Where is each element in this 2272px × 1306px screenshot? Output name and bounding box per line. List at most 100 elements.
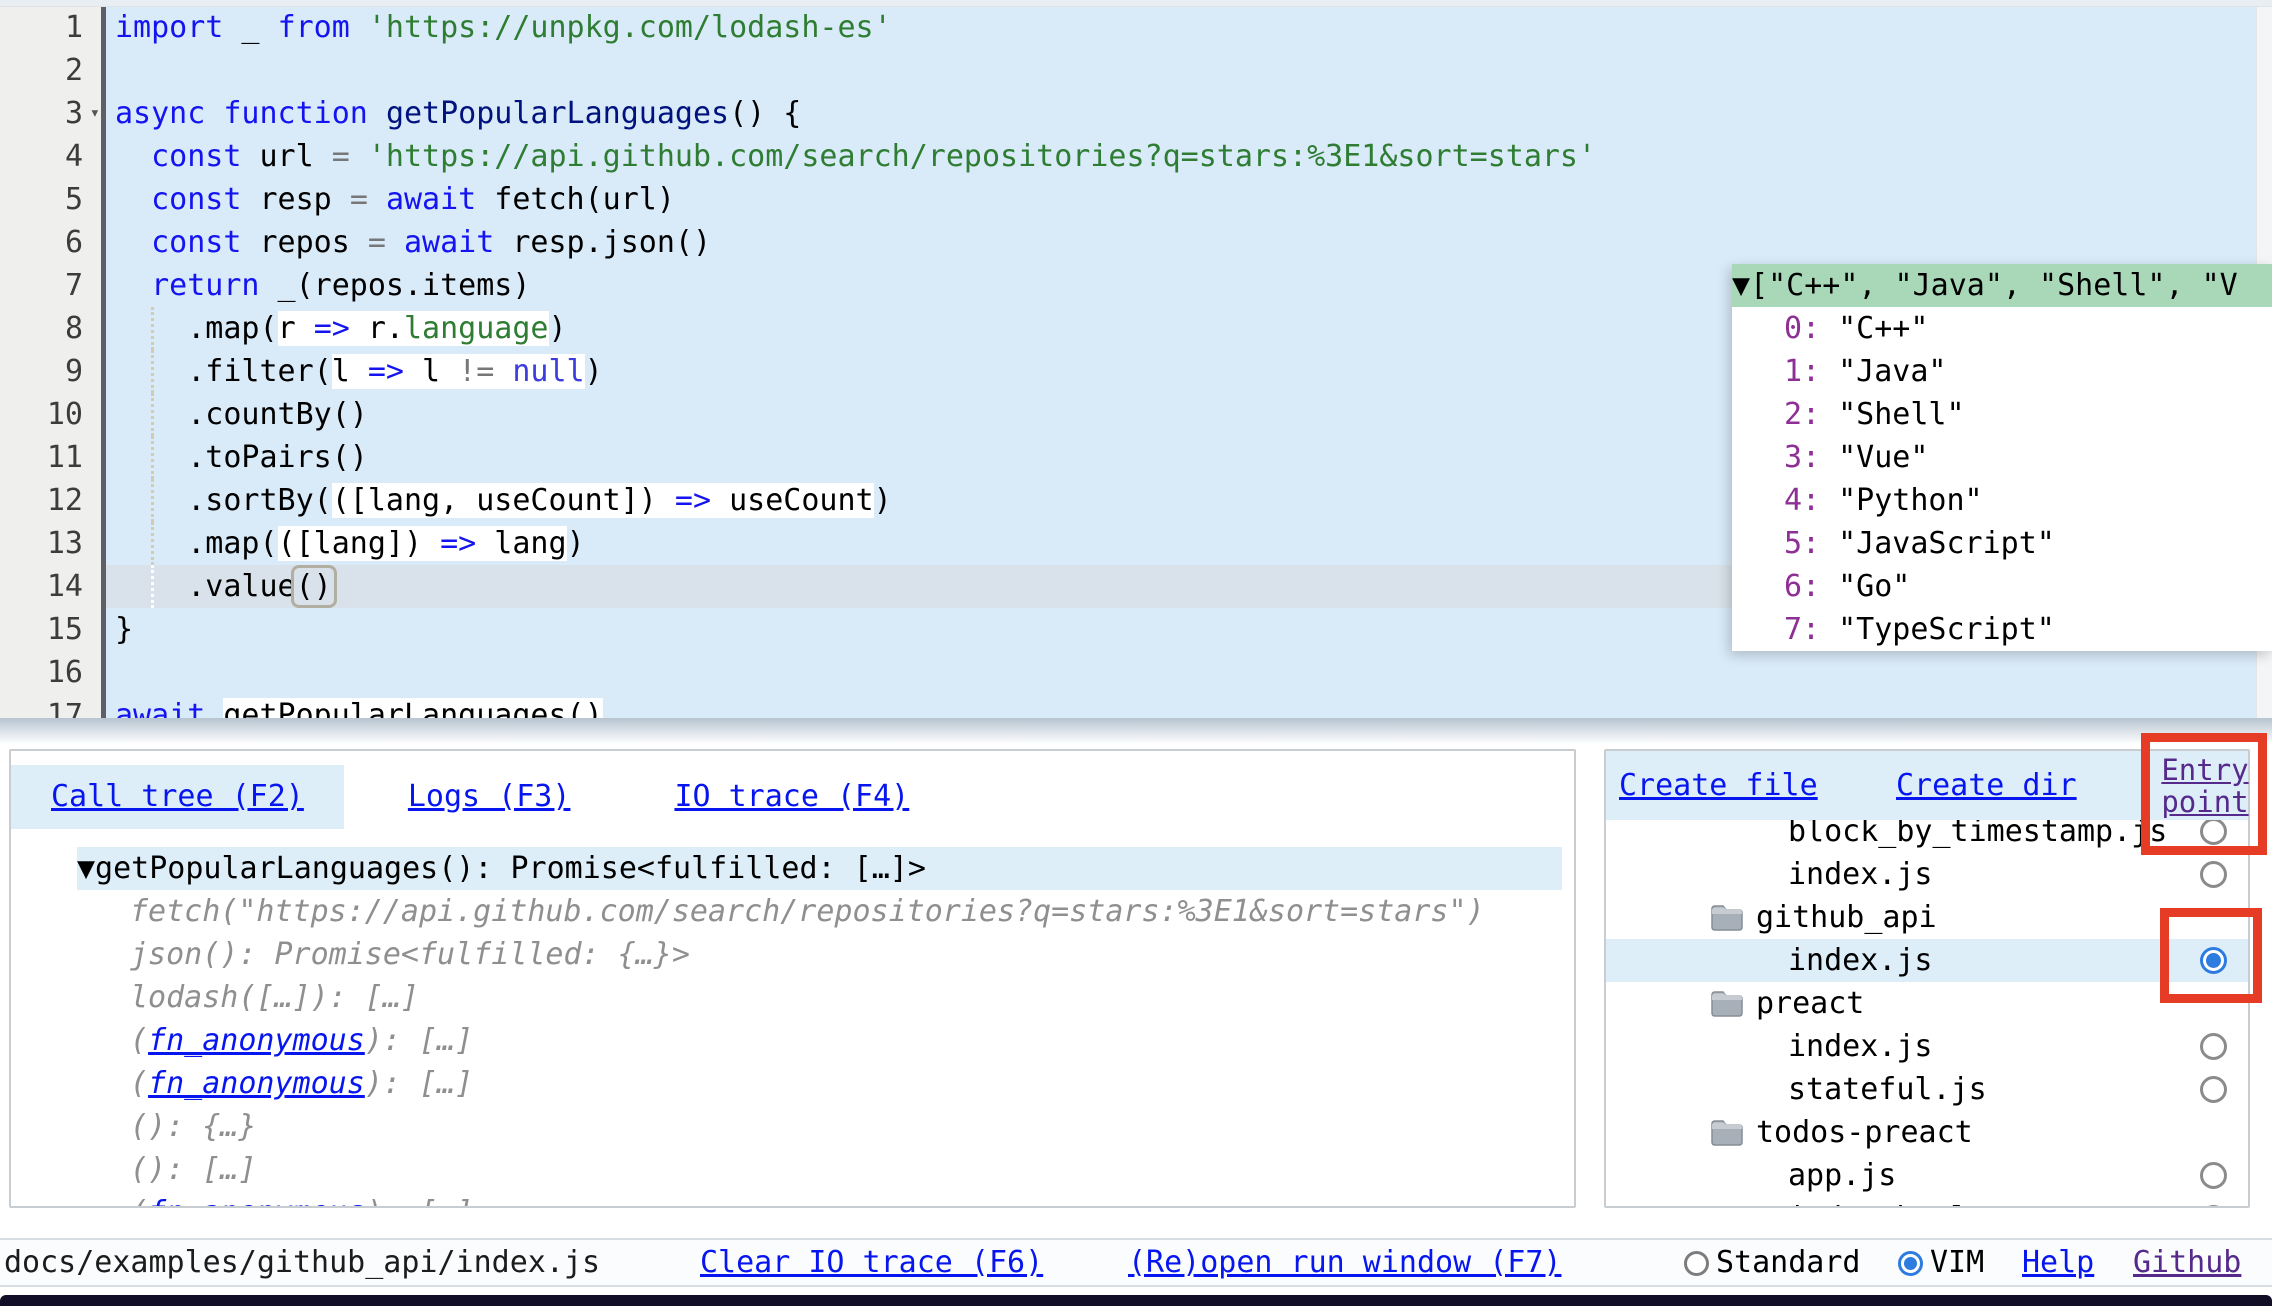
entry-point-radio[interactable] [2200,1033,2227,1060]
code-token: .value [115,569,296,604]
code-token: await [115,698,205,718]
code-text [106,49,2272,92]
file-row[interactable]: index.js [1606,1025,2248,1068]
code-token: l [332,354,368,389]
entry-point-radio[interactable] [2200,861,2227,888]
github-link[interactable]: Github [2133,1240,2241,1285]
annotation-box-entry-point [2141,733,2267,855]
keybinding-vim-radio[interactable] [1898,1251,1923,1276]
line-number: 2 [0,49,106,92]
editor-top-strip [0,0,2272,7]
code-token: => [440,526,476,561]
calltree-row[interactable]: lodash([…]): […] [11,976,1574,1019]
folder-row[interactable]: preact [1606,982,2248,1025]
calltree-children: fetch("https://api.github.com/search/rep… [11,890,1574,1208]
fn-anonymous-link[interactable]: fn_anonymous [148,1023,365,1058]
indent-guide [151,350,154,393]
bottom-tabs: Call tree (F2) Logs (F3) IO trace (F4) [11,765,1574,829]
code-token [115,268,151,303]
inspector-entry: 6:"Go" [1732,565,2272,608]
code-token: () { [729,96,801,131]
inspector-entry: 2:"Shell" [1732,393,2272,436]
calltree-row[interactable]: (fn_anonymous): […] [11,1191,1574,1208]
indent-guide [151,565,154,608]
code-line[interactable]: 4 const url = 'https://api.github.com/se… [0,135,2272,178]
calltree-row[interactable]: (fn_anonymous): […] [11,1062,1574,1105]
code-token: .filter( [115,354,332,389]
code-token: const [151,225,241,260]
folder-row[interactable]: todos-preact [1606,1111,2248,1154]
line-number: 4 [0,135,106,178]
code-token: 'https://unpkg.com/lodash-es' [368,10,892,45]
file-row[interactable]: index.js [1606,853,2248,896]
calltree-row[interactable]: fetch("https://api.github.com/search/rep… [11,890,1574,933]
calltree-root-row[interactable]: ▼getPopularLanguages(): Promise<fulfille… [77,847,1562,890]
file-row[interactable]: index.js [1606,939,2248,982]
code-token: import [115,10,223,45]
code-text [106,651,2272,694]
create-dir-link[interactable]: Create dir [1896,751,2077,820]
code-token: await [404,225,494,260]
line-number: 16 [0,651,106,694]
keybinding-standard-label: Standard [1716,1240,1861,1285]
folder-row[interactable]: github_api [1606,896,2248,939]
entry-point-radio[interactable] [2200,1205,2227,1206]
folder-icon [1710,1118,1744,1147]
indent-guide [151,436,154,479]
entry-value: "JavaScript" [1838,526,2055,561]
code-line[interactable]: 1 import _ from 'https://unpkg.com/lodash… [0,6,2272,49]
calltree-row[interactable]: (): […] [11,1148,1574,1191]
calltree-row[interactable]: json(): Promise<fulfilled: {…}> [11,933,1574,976]
code-token: = [350,182,368,217]
calltree-row[interactable]: (fn_anonymous): […] [11,1019,1574,1062]
code-token: null [512,354,584,389]
code-token: resp [241,182,349,217]
code-token: .map( [115,526,278,561]
code-line[interactable]: 17await getPopularLanguages() [0,694,2272,718]
inspector-header[interactable]: ▼["C++", "Java", "Shell", "V [1732,264,2272,307]
code-token [368,182,386,217]
code-token: const [151,139,241,174]
fold-arrow-icon[interactable]: ▾ [90,92,100,135]
indent-guide [151,393,154,436]
entry-point-radio[interactable] [2200,1076,2227,1103]
inspector-entry: 4:"Python" [1732,479,2272,522]
code-line[interactable]: 5 const resp = await fetch(url) [0,178,2272,221]
code-line[interactable]: 6 const repos = await resp.json() [0,221,2272,264]
keybinding-standard-radio[interactable] [1684,1251,1709,1276]
code-token: ) [567,526,585,561]
calltree-row[interactable]: (): {…} [11,1105,1574,1148]
cursor-paren-box: () [291,565,337,608]
file-row[interactable]: stateful.js [1606,1068,2248,1111]
entry-index: 1: [1784,354,1820,389]
folder-name: github_api [1756,900,1937,935]
code-line[interactable]: 16 [0,651,2272,694]
code-line[interactable]: 2 [0,49,2272,92]
fn-anonymous-link[interactable]: fn_anonymous [148,1195,365,1208]
clear-io-trace-link[interactable]: Clear IO trace (F6) [700,1240,1043,1285]
entry-point-radio[interactable] [2200,1162,2227,1189]
indent-guide [151,479,154,522]
fn-anonymous-link[interactable]: fn_anonymous [148,1066,365,1101]
tab-logs-f3-[interactable]: Logs (F3) [368,765,611,829]
code-text: async function getPopularLanguages() { [106,92,2272,135]
inspector-entry: 0:"C++" [1732,307,2272,350]
code-token: resp.json() [494,225,711,260]
code-token: 'https://api.github.com/search/repositor… [368,139,1596,174]
help-link[interactable]: Help [2022,1240,2094,1285]
file-row[interactable]: app.js [1606,1154,2248,1197]
line-number: 1 [0,6,106,49]
reopen-run-window-link[interactable]: (Re)open run window (F7) [1128,1240,1561,1285]
create-file-link[interactable]: Create file [1619,751,1818,820]
code-token: _(repos.items) [260,268,531,303]
code-token: .map( [115,311,278,346]
tab-call-tree-f2-[interactable]: Call tree (F2) [11,765,344,829]
folder-name: todos-preact [1756,1115,1973,1150]
file-row[interactable]: index.html [1606,1197,2248,1206]
code-token: ([lang]) [278,526,441,561]
code-line[interactable]: 3▾async function getPopularLanguages() { [0,92,2272,135]
code-token: lang [476,526,566,561]
code-token: from [278,10,350,45]
code-token: _ [223,10,277,45]
tab-io-trace-f4-[interactable]: IO trace (F4) [634,765,949,829]
